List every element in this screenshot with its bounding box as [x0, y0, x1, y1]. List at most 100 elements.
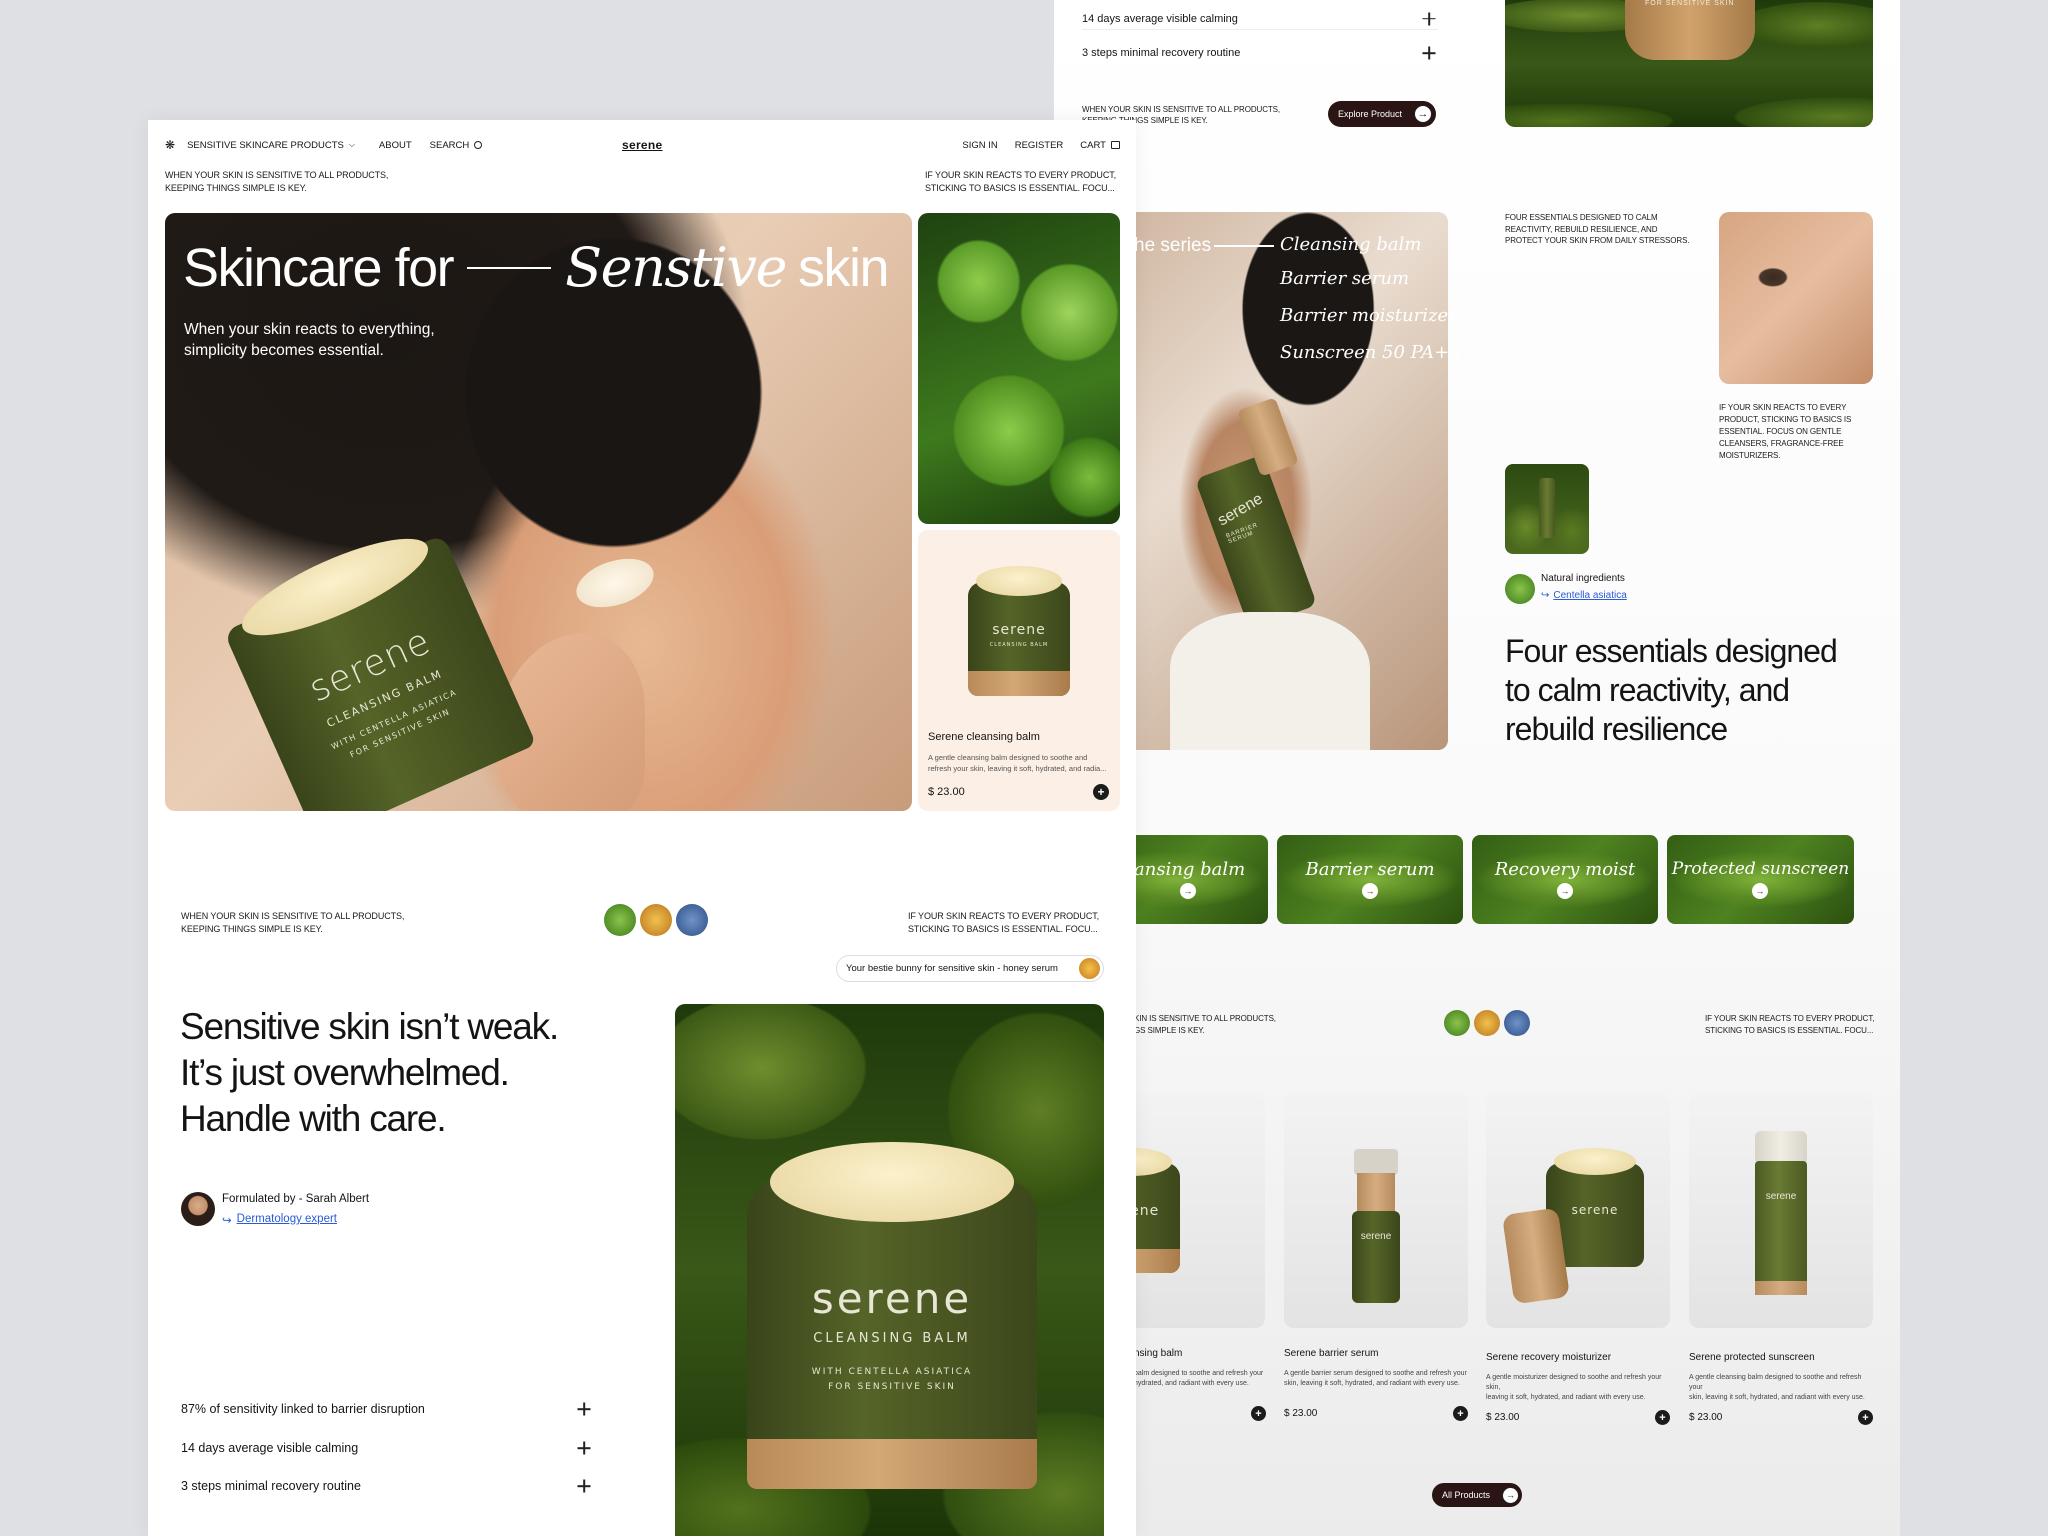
- hero-subtitle: When your skin reacts to everything, simp…: [184, 321, 435, 359]
- return-arrow-icon: ↪: [1541, 590, 1550, 601]
- ingredients-label: Natural ingredients: [1541, 573, 1625, 584]
- products-note-right: IF YOUR SKIN REACTS TO EVERY PRODUCT, STI…: [1705, 1014, 1875, 1035]
- image-caption: FOR SENSITIVE SKIN: [1645, 0, 1735, 7]
- add-to-cart-button[interactable]: +: [1453, 1406, 1468, 1421]
- product-desc: balm designed to soothe and refresh your…: [1134, 1370, 1264, 1387]
- plus-icon[interactable]: [1420, 10, 1438, 28]
- top-nav: ❋ SENSITIVE SKINCARE PRODUCTS ⌵ ABOUT SE…: [165, 135, 1120, 155]
- product-price: $ 23.00: [928, 786, 965, 798]
- arrow-right-icon[interactable]: →: [1362, 883, 1378, 899]
- ingredients-link[interactable]: ↪ Centella asiatica: [1541, 590, 1627, 601]
- back-stat-row[interactable]: 14 days average visible calming: [1082, 8, 1438, 30]
- explore-product-button[interactable]: Explore Product →: [1328, 101, 1436, 127]
- product-name[interactable]: nsing balm: [1134, 1348, 1266, 1359]
- dermatology-link[interactable]: ↪ Dermatology expert: [222, 1213, 337, 1227]
- back-stat-text: 14 days average visible calming: [1082, 12, 1238, 25]
- product-name[interactable]: Serene protected sunscreen: [1689, 1352, 1873, 1363]
- product-info: nsing balm balm designed to soothe and r…: [1134, 1348, 1266, 1389]
- category-tile[interactable]: Recovery moist →: [1472, 835, 1658, 924]
- product-desc: A gentle cleansing balm designed to soot…: [1689, 1374, 1865, 1401]
- section2-note-left: WHEN YOUR SKIN IS SENSITIVE TO ALL PRODU…: [181, 911, 405, 934]
- centella-leaf-image: [918, 213, 1120, 524]
- back-stat-row[interactable]: 3 steps minimal recovery routine: [1082, 42, 1438, 64]
- product-name[interactable]: Serene cleansing balm: [928, 731, 1040, 743]
- product-desc: A gentle moisturizer designed to soothe …: [1486, 1374, 1662, 1401]
- ingredient-avatar: [1505, 574, 1535, 604]
- small-bottle-image: [1505, 464, 1589, 554]
- product-info: Serene protected sunscreen A gentle clea…: [1689, 1352, 1873, 1403]
- product-image[interactable]: serene: [1284, 1093, 1468, 1328]
- add-to-cart-button[interactable]: +: [1251, 1406, 1266, 1421]
- stat-row[interactable]: 14 days average visible calming: [181, 1439, 593, 1457]
- face-closeup-image: [1719, 212, 1873, 384]
- series-item[interactable]: Cleansing balm: [1280, 234, 1421, 255]
- add-to-cart-button[interactable]: +: [1093, 784, 1109, 800]
- series-item[interactable]: Barrier serum: [1280, 268, 1409, 289]
- series-item[interactable]: Sunscreen 50 PA++: [1280, 342, 1464, 363]
- chevron-down-icon: ⌵: [348, 140, 355, 149]
- product-name[interactable]: Serene barrier serum: [1284, 1348, 1468, 1359]
- explore-product-label: Explore Product: [1338, 109, 1403, 119]
- arrow-right-icon[interactable]: →: [1752, 883, 1768, 899]
- plus-icon[interactable]: [575, 1439, 593, 1457]
- stat-text: 87% of sensitivity linked to barrier dis…: [181, 1402, 425, 1416]
- cart-link[interactable]: CART: [1080, 140, 1120, 151]
- hero-title: Skincare for Senstive skin: [183, 236, 890, 299]
- hero-jar: serene CLEANSING BALM WITH CENTELLA ASIA…: [223, 520, 537, 811]
- arrow-right-icon: →: [1414, 105, 1432, 123]
- section2-headline: Sensitive skin isn’t weak. It’s just over…: [180, 1006, 559, 1139]
- product-price: $ 23.00: [1486, 1412, 1520, 1423]
- category-tile[interactable]: Protected sunscreen →: [1667, 835, 1854, 924]
- series-headline: Four essentials designed to calm reactivi…: [1505, 633, 1838, 747]
- product-price: $ 23.00: [1284, 1408, 1318, 1419]
- sign-in-link[interactable]: SIGN IN: [962, 140, 997, 151]
- intro-note-right: IF YOUR SKIN REACTS TO EVERY PRODUCT, STI…: [925, 170, 1117, 193]
- product-price: $ 23.00: [1689, 1412, 1723, 1423]
- stat-row[interactable]: 87% of sensitivity linked to barrier dis…: [181, 1400, 593, 1418]
- product-desc: A gentle cleansing balm designed to soot…: [928, 753, 1107, 773]
- nav-search[interactable]: SEARCH: [430, 140, 483, 151]
- back-stat-text: 3 steps minimal recovery routine: [1082, 47, 1241, 59]
- add-to-cart-button[interactable]: +: [1655, 1410, 1670, 1425]
- products-note-left: KIN IS SENSITIVE TO ALL PRODUCTS, GS SIMP…: [1134, 1014, 1276, 1035]
- stat-row[interactable]: 3 steps minimal recovery routine: [181, 1477, 593, 1495]
- honey-serum-tag[interactable]: Your bestie bunny for sensitive skin - h…: [836, 955, 1104, 982]
- all-products-label: All Products: [1442, 1490, 1491, 1500]
- product-name[interactable]: Serene recovery moisturizer: [1486, 1352, 1670, 1363]
- honey-icon: [1079, 958, 1100, 979]
- nav-about-link[interactable]: ABOUT: [379, 140, 412, 151]
- moss-jar-image: FOR SENSITIVE SKIN: [1505, 0, 1873, 127]
- product-desc: A gentle barrier serum designed to sooth…: [1284, 1370, 1467, 1387]
- nav-products-menu[interactable]: SENSITIVE SKINCARE PRODUCTS ⌵: [187, 140, 355, 151]
- avatar: [181, 1192, 215, 1226]
- series-item[interactable]: Barrier moisturizer: [1280, 305, 1457, 326]
- hero-image: serene CLEANSING BALM WITH CENTELLA ASIA…: [165, 213, 912, 811]
- series-divider: [1214, 245, 1274, 247]
- plus-icon[interactable]: [575, 1477, 593, 1495]
- series-note: FOUR ESSENTIALS DESIGNED TO CALM REACTIVI…: [1505, 213, 1690, 245]
- stat-text: 14 days average visible calming: [181, 1441, 359, 1455]
- product-image[interactable]: serene: [1689, 1093, 1873, 1328]
- product-info: Serene recovery moisturizer A gentle moi…: [1486, 1352, 1670, 1403]
- all-products-button[interactable]: All Products →: [1432, 1483, 1522, 1507]
- arrow-right-icon[interactable]: →: [1557, 883, 1573, 899]
- add-to-cart-button[interactable]: +: [1858, 1410, 1873, 1425]
- formulated-by: Formulated by - Sarah Albert: [222, 1193, 370, 1205]
- product-card[interactable]: serene CLEANSING BALM Serene cleansing b…: [918, 530, 1120, 811]
- logo-flower-icon[interactable]: ❋: [165, 138, 175, 152]
- plus-icon[interactable]: [575, 1400, 593, 1418]
- series-right-note: IF YOUR SKIN REACTS TO EVERY PRODUCT, ST…: [1719, 403, 1852, 460]
- ingredient-dots: [604, 904, 708, 936]
- product-image[interactable]: serene: [1486, 1093, 1670, 1328]
- cart-icon: [1111, 141, 1120, 149]
- register-link[interactable]: REGISTER: [1015, 140, 1064, 151]
- brand-logo[interactable]: serene: [622, 138, 663, 152]
- section2-note-right: IF YOUR SKIN REACTS TO EVERY PRODUCT, STI…: [908, 911, 1100, 934]
- series-title: he series: [1134, 235, 1212, 256]
- arrow-right-icon: →: [1502, 1486, 1519, 1504]
- search-icon: [474, 141, 483, 149]
- arrow-right-icon[interactable]: →: [1180, 883, 1196, 899]
- plus-icon[interactable]: [1420, 44, 1438, 62]
- cream-smear: [570, 549, 660, 617]
- category-tile[interactable]: Barrier serum →: [1277, 835, 1463, 924]
